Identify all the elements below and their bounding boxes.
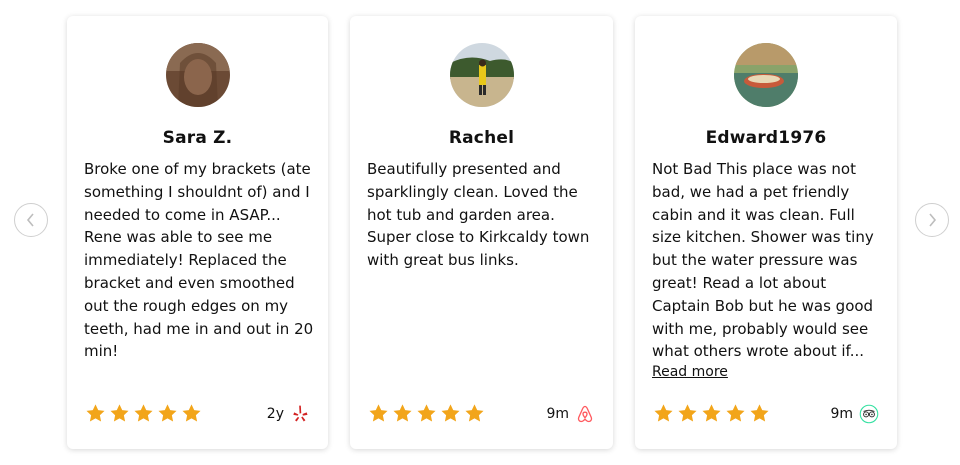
- carousel-next-button[interactable]: [915, 203, 949, 237]
- review-text: Beautifully presented and sparklingly cl…: [367, 160, 590, 270]
- avatar: [449, 43, 514, 107]
- star-icon: [465, 404, 484, 422]
- star-icon: [158, 404, 177, 422]
- reviewer-name: Sara Z.: [162, 128, 233, 148]
- avatar: [734, 43, 798, 107]
- review-meta: 9m: [546, 404, 595, 424]
- star-icon: [654, 404, 673, 422]
- review-card: Edward1976 Not Bad This place was not ba…: [635, 16, 897, 449]
- star-icon: [417, 404, 436, 422]
- avatar: [165, 43, 230, 107]
- star-icon: [726, 404, 745, 422]
- review-meta: 9m: [830, 404, 879, 424]
- star-icon: [678, 404, 697, 422]
- review-age: 2y: [266, 406, 284, 422]
- airbnb-icon: [577, 405, 593, 423]
- review-text: Not Bad This place was not bad, we had a…: [652, 160, 874, 361]
- review-card: Sara Z. Broke one of my brackets (ate so…: [67, 16, 328, 449]
- carousel-prev-button[interactable]: [14, 203, 48, 237]
- review-card: Rachel Beautifully presented and sparkli…: [350, 16, 613, 449]
- reviewer-name: Edward1976: [705, 128, 827, 148]
- star-icon: [86, 404, 105, 422]
- star-icon: [182, 404, 201, 422]
- review-age: 9m: [546, 406, 569, 422]
- star-rating: [85, 403, 202, 424]
- star-icon: [750, 404, 769, 422]
- star-icon: [393, 404, 412, 422]
- reviewer-name: Rachel: [448, 128, 515, 148]
- read-more-link[interactable]: Read more: [652, 364, 728, 380]
- review-text: Broke one of my brackets (ate something …: [84, 160, 314, 361]
- star-rating: [653, 403, 770, 424]
- star-icon: [110, 404, 129, 422]
- tripadvisor-icon: [859, 404, 879, 424]
- star-icon: [134, 404, 153, 422]
- star-icon: [441, 404, 460, 422]
- star-icon: [369, 404, 388, 422]
- star-icon: [702, 404, 721, 422]
- review-age: 9m: [830, 406, 853, 422]
- chevron-right-icon: [929, 213, 937, 227]
- star-rating: [368, 403, 485, 424]
- review-meta: 2y: [267, 404, 310, 424]
- chevron-left-icon: [26, 213, 34, 227]
- yelp-icon: [293, 405, 308, 422]
